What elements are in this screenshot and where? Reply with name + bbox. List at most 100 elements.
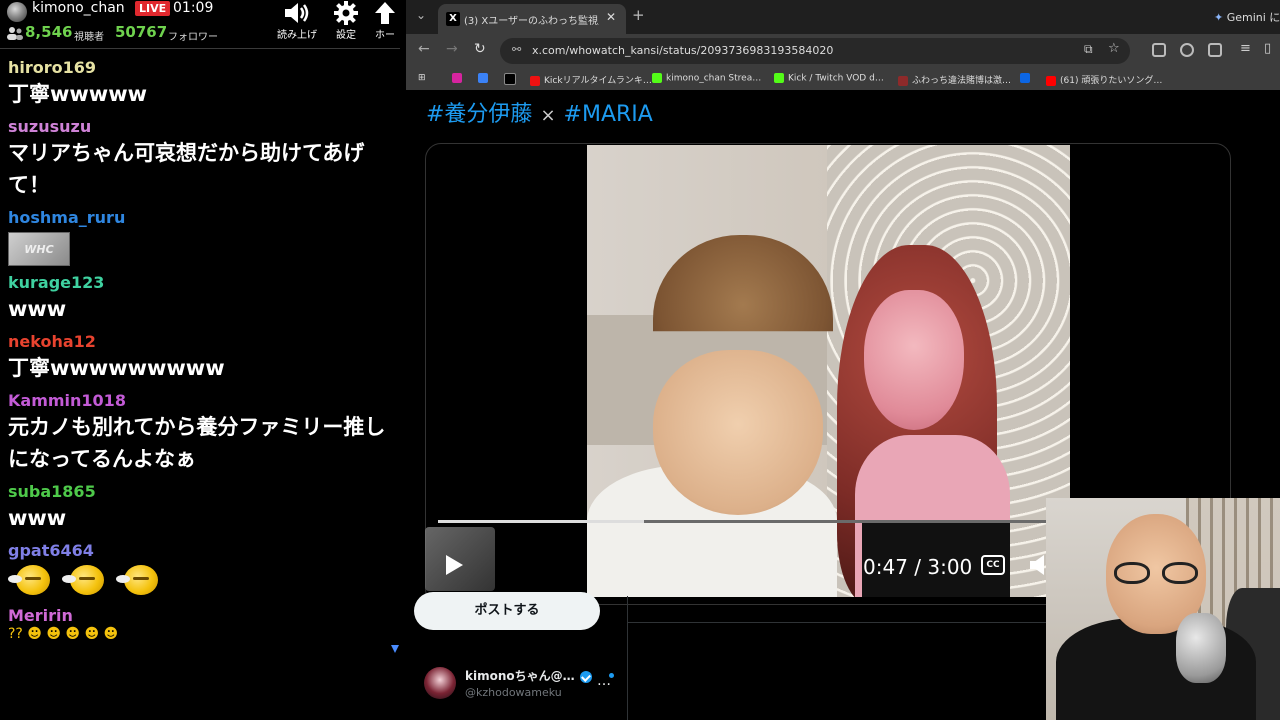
chat-message: kurage123 www (8, 273, 393, 325)
reading-list-icon[interactable]: ≡ (1240, 41, 1251, 56)
bookmark-icon-x[interactable] (504, 73, 520, 85)
hashtag-separator: × (540, 105, 556, 126)
chat-message: suzusuzu マリアちゃん可哀想だから助けてあげて！ (8, 117, 393, 201)
account-name-text: kimonoちゃん@… (465, 669, 575, 683)
close-icon[interactable]: ✕ (606, 10, 616, 24)
chat-message: hiroro169 丁寧wwwww (8, 58, 393, 110)
settings-button[interactable]: 設定 (332, 0, 360, 41)
tab-title: (3) Xユーザーのふわっち監視員さん (464, 16, 599, 27)
live-badge: LIVE (135, 1, 171, 16)
bookmark-item[interactable]: kimono_chan Strea… (652, 73, 761, 84)
bookmark-icon-trello[interactable] (1020, 73, 1034, 84)
tab-search-chevron-down-icon[interactable]: ⌄ (416, 8, 426, 22)
sparkle-icon: ✦ (1214, 11, 1224, 24)
bookmark-icon-blue[interactable] (478, 73, 492, 84)
chat-text: 元カノも別れてから養分ファミリー推しになってるんよなぁ (8, 415, 386, 471)
chat-message: suba1865 www (8, 482, 393, 534)
chat-username[interactable]: kurage123 (8, 273, 393, 293)
webcam-glasses (1114, 562, 1200, 584)
video-person-man-face (653, 350, 823, 515)
apps-grid-icon[interactable]: ⊞ (418, 73, 426, 83)
video-progress-bar[interactable] (438, 520, 1046, 523)
extension-chat-icon[interactable] (1180, 43, 1194, 57)
notification-dot (609, 673, 614, 678)
chat-header: kimono_chan LIVE 01:09 8,546 視聴者 50767 フ… (0, 0, 400, 49)
chat-username[interactable]: Meririn (8, 606, 393, 626)
channel-avatar[interactable] (7, 2, 27, 22)
bookmark-icon-instagram[interactable] (452, 73, 466, 84)
emoji-row (8, 565, 393, 599)
bookmark-label: Kick / Twitch VOD d… (788, 73, 884, 84)
chat-message: gpat6464 (8, 541, 393, 599)
account-name[interactable]: kimonoちゃん@… (465, 667, 592, 684)
gemini-button[interactable]: ✦ Gemini に (1214, 9, 1280, 25)
tab-bar: ⌄ X (3) Xユーザーのふわっち監視員さん ✕ + ✦ Gemini に (406, 0, 1280, 34)
verified-badge-icon (579, 670, 592, 683)
home-button[interactable]: ホー (372, 0, 398, 41)
bookmark-item[interactable]: Kick / Twitch VOD d… (774, 73, 884, 84)
back-arrow-icon[interactable]: ← (418, 41, 430, 57)
chat-username[interactable]: hiroro169 (8, 58, 393, 78)
row-divider (628, 622, 1046, 623)
video-progress-fill (438, 520, 644, 523)
post-button[interactable]: ポストする (414, 592, 600, 630)
stream-timer: 01:09 (173, 0, 214, 16)
extensions-puzzle-icon[interactable] (1208, 43, 1222, 57)
forward-arrow-icon[interactable]: → (446, 41, 458, 57)
read-aloud-button[interactable]: 読み上げ (276, 0, 318, 41)
chat-username[interactable]: gpat6464 (8, 541, 393, 561)
video-timecode: 0:47 / 3:00 (863, 555, 973, 579)
home-label: ホー (375, 30, 395, 41)
emoji-icon (116, 565, 158, 595)
address-bar[interactable]: ⚯ x.com/whowatch_kansi/status/2093736983… (500, 38, 1130, 64)
home-arrow-icon (375, 2, 395, 24)
bookmark-item[interactable]: ふわっち違法賭博は激… (898, 73, 1011, 86)
chat-text: 丁寧wwwww (8, 82, 148, 106)
gemini-label: Gemini に (1226, 11, 1280, 24)
play-icon[interactable] (446, 555, 463, 575)
read-aloud-label: 読み上げ (277, 30, 317, 41)
chat-username[interactable]: nekoha12 (8, 332, 393, 352)
bookmark-item[interactable]: Kickリアルタイムランキ… (530, 73, 652, 86)
profile-icon[interactable]: ▯ (1264, 41, 1271, 56)
video-player[interactable] (587, 145, 1070, 597)
settings-label: 設定 (336, 30, 356, 41)
chat-username[interactable]: Kammin1018 (8, 391, 393, 411)
bookmarks-bar: ⊞ Kickリアルタイムランキ… kimono_chan Strea… Kick… (406, 68, 1280, 90)
chat-message: Kammin1018 元カノも別れてから養分ファミリー推しになってるんよなぁ (8, 391, 393, 475)
webcam-overlay (1046, 498, 1280, 720)
emoji-stamps: ?? ☻ ☻ ☻ ☻ ☻ (8, 626, 119, 642)
bookmark-item[interactable]: (61) 頑張りたいソング… (1046, 73, 1162, 86)
people-icon (7, 27, 23, 40)
browser-window: ⌄ X (3) Xユーザーのふわっち監視員さん ✕ + ✦ Gemini に ←… (406, 0, 1280, 90)
viewer-count: 8,546 (25, 23, 73, 41)
emoji-icon (62, 565, 104, 595)
account-handle: @kzhodowameku (465, 686, 562, 699)
url-text[interactable]: x.com/whowatch_kansi/status/209373698319… (532, 44, 833, 57)
bookmark-label: ふわっち違法賭博は激… (912, 76, 1012, 86)
channel-name[interactable]: kimono_chan (32, 0, 125, 16)
chat-text: マリアちゃん可哀想だから助けてあげて！ (8, 141, 365, 197)
chat-username[interactable]: hoshma_ruru (8, 208, 393, 228)
install-app-icon[interactable]: ⧉ (1084, 42, 1093, 57)
hashtag-link[interactable]: #養分伊藤 (426, 102, 532, 127)
hashtag-link[interactable]: #MARIA (564, 102, 653, 127)
bookmark-label: (61) 頑張りたいソング… (1060, 76, 1163, 86)
site-info-icon[interactable]: ⚯ (512, 43, 521, 56)
column-divider (627, 596, 628, 720)
account-avatar[interactable] (424, 667, 456, 699)
chat-username[interactable]: suba1865 (8, 482, 393, 502)
chat-message: Meririn ?? ☻ ☻ ☻ ☻ ☻ (8, 606, 393, 642)
closed-captions-icon[interactable]: CC (981, 555, 1005, 575)
tab-active[interactable]: X (3) Xユーザーのふわっち監視員さん ✕ (438, 4, 626, 34)
bookmark-star-icon[interactable]: ☆ (1108, 41, 1120, 56)
chat-username[interactable]: suzusuzu (8, 117, 393, 137)
reload-icon[interactable]: ↻ (474, 41, 486, 57)
browser-toolbar: ← → ↻ ⚯ x.com/whowatch_kansi/status/2093… (406, 34, 1280, 68)
chat-message: hoshma_ruru WHC (8, 208, 393, 266)
new-tab-plus-icon[interactable]: + (632, 6, 645, 24)
chat-panel: kimono_chan LIVE 01:09 8,546 視聴者 50767 フ… (0, 0, 400, 720)
scroll-down-indicator-icon[interactable] (391, 645, 399, 653)
tab-groups-icon[interactable] (1152, 43, 1166, 57)
gear-icon (334, 1, 358, 25)
